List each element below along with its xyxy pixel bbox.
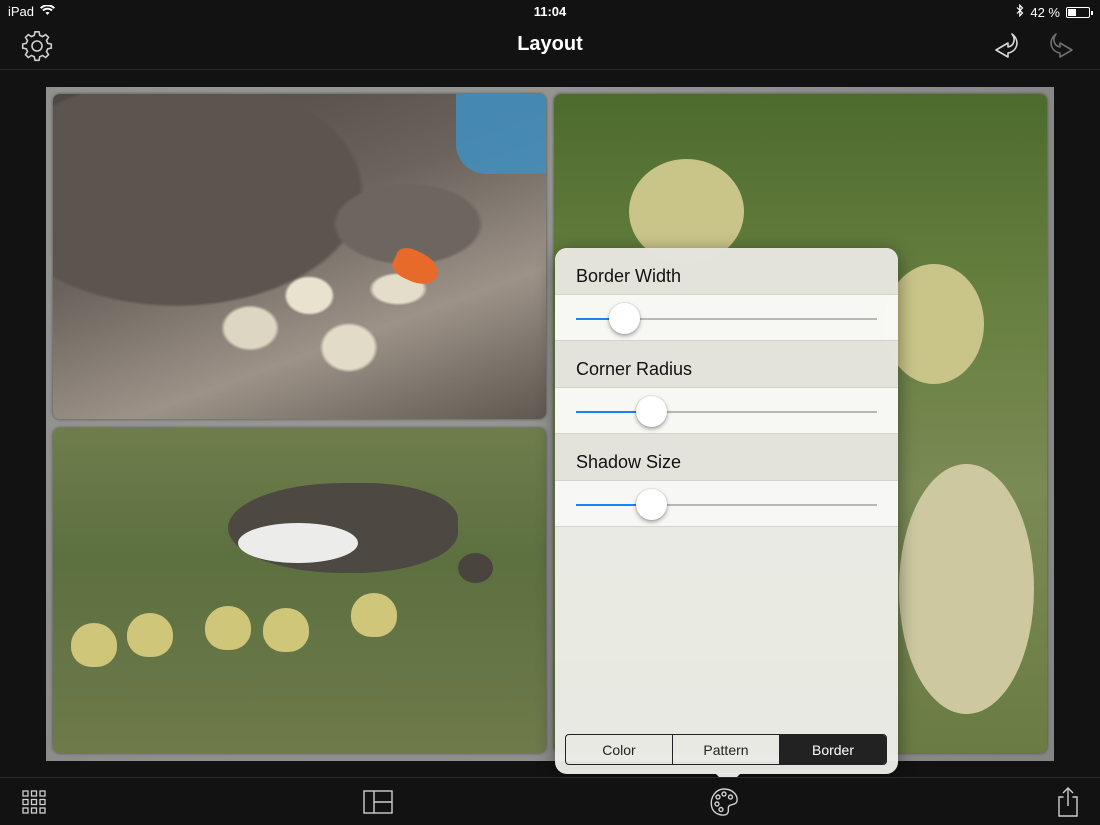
border-settings-popover: Border Width Corner Radius Shadow Size C… <box>555 248 898 786</box>
tab-color[interactable]: Color <box>566 735 673 764</box>
section-header-shadow-size: Shadow Size <box>555 434 898 480</box>
battery-fill <box>1068 8 1077 16</box>
photo-detail <box>456 94 546 174</box>
share-icon[interactable] <box>1050 784 1086 820</box>
grid-icon[interactable] <box>16 784 52 820</box>
photo-detail <box>899 464 1034 714</box>
photo-goose-nest[interactable] <box>53 94 546 419</box>
navigation-bar: Layout <box>0 24 1100 70</box>
redo-icon[interactable] <box>1046 28 1082 64</box>
section-label: Corner Radius <box>576 359 693 379</box>
tab-border[interactable]: Border <box>780 735 886 764</box>
section-header-border-width: Border Width <box>555 248 898 294</box>
photo-detail <box>388 243 444 291</box>
section-header-corner-radius: Corner Radius <box>555 341 898 387</box>
palette-icon[interactable] <box>706 784 742 820</box>
slider-thumb[interactable] <box>609 303 641 334</box>
shadow-size-slider[interactable] <box>576 489 877 520</box>
slider-row-border-width <box>555 294 898 341</box>
battery-percentage: 42 % <box>1030 4 1060 20</box>
bluetooth-icon <box>1016 3 1024 20</box>
style-segmented-control: Color Pattern Border <box>565 734 887 765</box>
status-right: 42 % <box>1016 3 1093 20</box>
corner-radius-slider[interactable] <box>576 396 877 427</box>
slider-thumb[interactable] <box>636 489 668 520</box>
photo-detail <box>127 613 173 657</box>
photo-detail <box>71 623 117 667</box>
section-label: Shadow Size <box>576 452 682 472</box>
border-width-slider[interactable] <box>576 303 877 334</box>
section-label: Border Width <box>576 266 682 286</box>
slider-thumb[interactable] <box>636 396 668 427</box>
photo-detail <box>205 606 251 650</box>
clock: 11:04 <box>533 4 567 19</box>
collage-canvas[interactable] <box>46 87 1054 761</box>
status-bar: iPad 11:04 42 % <box>0 0 1100 24</box>
slider-row-shadow-size <box>555 480 898 527</box>
layout-icon[interactable] <box>360 784 396 820</box>
photo-goose-goslings[interactable] <box>53 428 546 753</box>
photo-detail <box>351 593 397 637</box>
photo-detail <box>458 553 493 583</box>
battery-icon <box>1066 6 1093 18</box>
page-title: Layout <box>517 33 583 55</box>
photo-detail <box>238 523 358 563</box>
app-window: iPad 11:04 42 % Layout Border Width Corn… <box>0 0 1100 825</box>
undo-icon[interactable] <box>986 28 1022 64</box>
bottom-toolbar <box>0 777 1100 825</box>
tab-pattern[interactable]: Pattern <box>673 735 780 764</box>
photo-detail <box>884 264 984 384</box>
slider-row-corner-radius <box>555 387 898 434</box>
photo-detail <box>263 608 309 652</box>
